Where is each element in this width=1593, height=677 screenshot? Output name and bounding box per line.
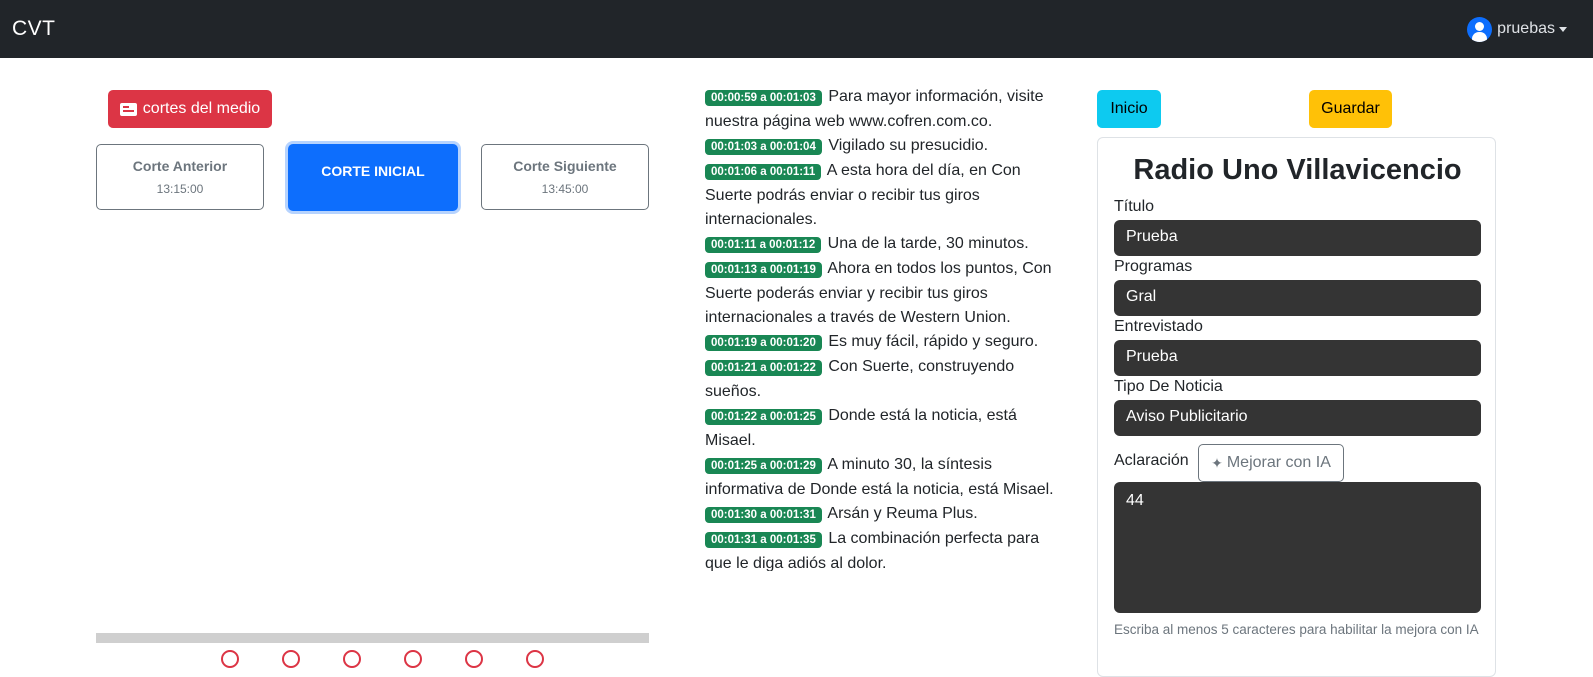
magic-wand-icon: ✦ (1211, 454, 1223, 471)
corte-siguiente-title: Corte Siguiente (513, 158, 617, 174)
timestamp-badge[interactable]: 00:01:22 a 00:01:25 (705, 409, 822, 425)
transcript-segment[interactable]: 00:01:03 a 00:01:04 Vigilado su presucid… (705, 134, 1065, 159)
transcript-segment[interactable]: 00:00:59 a 00:01:03 Para mayor informaci… (705, 85, 1065, 134)
timestamp-badge[interactable]: 00:01:06 a 00:01:11 (705, 164, 822, 180)
timestamp-badge[interactable]: 00:01:11 a 00:01:12 (705, 237, 822, 253)
ia-label: Mejorar con IA (1226, 454, 1331, 471)
tipo-noticia-field[interactable]: Aviso Publicitario (1114, 400, 1481, 436)
user-name: pruebas (1497, 20, 1555, 37)
aclaracion-label: Aclaración (1114, 452, 1189, 469)
timestamp-badge[interactable]: 00:01:03 a 00:01:04 (705, 139, 822, 155)
corte-anterior-time: 13:15:00 (156, 182, 204, 196)
transcript-segment[interactable]: 00:01:21 a 00:01:22 Con Suerte, construy… (705, 355, 1065, 404)
corte-anterior-button[interactable]: Corte Anterior 13:15:00 (96, 144, 264, 210)
titulo-label: Título (1114, 198, 1155, 215)
transcript-segment[interactable]: 00:01:11 a 00:01:12 Una de la tarde, 30 … (705, 232, 1065, 257)
guardar-button[interactable]: Guardar (1309, 90, 1392, 128)
control-button[interactable] (343, 650, 361, 668)
aclaracion-textarea[interactable]: 44 (1114, 482, 1481, 613)
timestamp-badge[interactable]: 00:01:21 a 00:01:22 (705, 360, 822, 376)
entrevistado-label: Entrevistado (1114, 318, 1203, 335)
cortes-label: cortes del medio (142, 100, 261, 117)
control-button[interactable] (404, 650, 422, 668)
audio-progress-bar[interactable] (96, 633, 649, 643)
timestamp-badge[interactable]: 00:01:25 a 00:01:29 (705, 458, 822, 474)
transcript-text: Una de la tarde, 30 minutos. (827, 235, 1029, 252)
corte-anterior-title: Corte Anterior (132, 158, 228, 174)
control-button[interactable] (526, 650, 544, 668)
inicio-button[interactable]: Inicio (1097, 90, 1161, 128)
timestamp-badge[interactable]: 00:01:30 a 00:01:31 (705, 507, 822, 523)
transcript-segment[interactable]: 00:01:13 a 00:01:19 Ahora en todos los p… (705, 257, 1065, 330)
top-navbar: CVT pruebas (0, 0, 1593, 58)
timestamp-badge[interactable]: 00:01:31 a 00:01:35 (705, 532, 822, 548)
help-text: Escriba al menos 5 caracteres para habil… (1114, 622, 1479, 637)
station-title: Radio Uno Villavicencio (1133, 154, 1462, 186)
transcript-text: Arsán y Reuma Plus. (827, 505, 978, 522)
timestamp-badge[interactable]: 00:01:19 a 00:01:20 (705, 335, 822, 351)
transcript-text: Es muy fácil, rápido y seguro. (828, 333, 1039, 350)
entrevistado-field[interactable]: Prueba (1114, 340, 1481, 376)
chevron-down-icon (1559, 26, 1567, 32)
timestamp-badge[interactable]: 00:01:13 a 00:01:19 (705, 262, 822, 278)
transcript-segment[interactable]: 00:01:06 a 00:01:11 A esta hora del día,… (705, 159, 1065, 232)
transcript-segment[interactable]: 00:01:30 a 00:01:31 Arsán y Reuma Plus. (705, 502, 1065, 527)
news-form-card: Radio Uno Villavicencio Título Prueba Pr… (1097, 137, 1496, 677)
mejorar-con-ia-button[interactable]: ✦ Mejorar con IA (1198, 444, 1344, 482)
corte-inicial-button[interactable]: CORTE INICIAL (288, 144, 458, 211)
control-button[interactable] (465, 650, 483, 668)
transcript-panel[interactable]: 00:00:59 a 00:01:03 Para mayor informaci… (705, 85, 1065, 571)
transcript-segment[interactable]: 00:01:19 a 00:01:20 Es muy fácil, rápido… (705, 330, 1065, 355)
app-brand[interactable]: CVT (12, 17, 56, 41)
corte-siguiente-button[interactable]: Corte Siguiente 13:45:00 (481, 144, 649, 210)
user-avatar-icon (1467, 16, 1493, 42)
subtitles-icon (119, 102, 137, 116)
control-button[interactable] (221, 650, 239, 668)
corte-inicial-title: CORTE INICIAL (321, 162, 425, 179)
control-button[interactable] (282, 650, 300, 668)
programas-field[interactable]: Gral (1114, 280, 1481, 316)
transcript-segment[interactable]: 00:01:22 a 00:01:25 Donde está la notici… (705, 404, 1065, 453)
user-menu[interactable]: pruebas (1467, 16, 1567, 42)
titulo-field[interactable]: Prueba (1114, 220, 1481, 256)
cortes-del-medio-button[interactable]: cortes del medio (108, 90, 272, 128)
transcript-segment[interactable]: 00:01:25 a 00:01:29 A minuto 30, la sínt… (705, 453, 1065, 502)
transcript-text: Vigilado su presucidio. (828, 137, 989, 154)
transcript-segment[interactable]: 00:01:31 a 00:01:35 La combinación perfe… (705, 527, 1065, 571)
tipo-noticia-label: Tipo De Noticia (1114, 378, 1223, 395)
timestamp-badge[interactable]: 00:00:59 a 00:01:03 (705, 90, 822, 106)
corte-siguiente-time: 13:45:00 (541, 182, 589, 196)
programas-label: Programas (1114, 258, 1193, 275)
